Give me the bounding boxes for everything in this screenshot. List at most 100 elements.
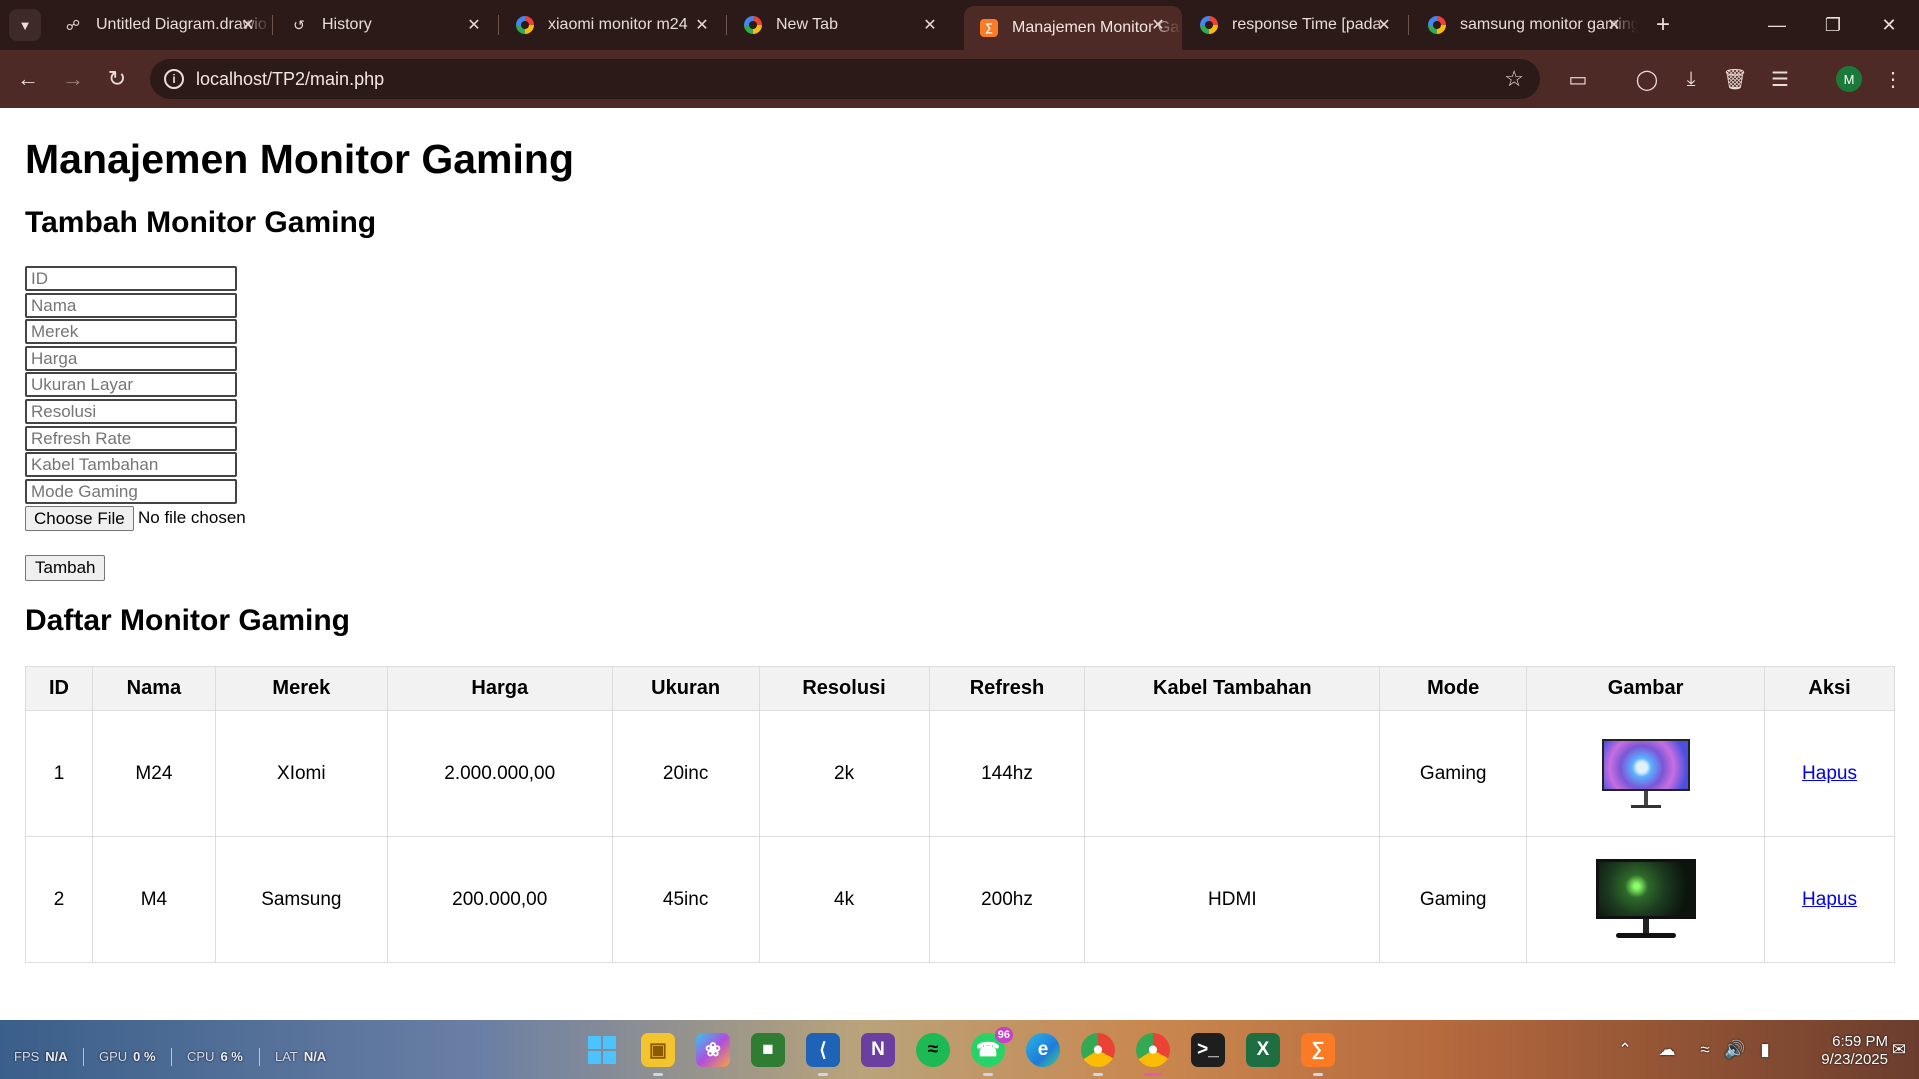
page-content: Manajemen Monitor Gaming Tambah Monitor … <box>0 108 1919 1020</box>
monitor-image <box>1601 738 1691 809</box>
xampp-icon[interactable]: ∑ <box>1301 1033 1335 1076</box>
download-icon[interactable]: ⤓ <box>1676 64 1706 94</box>
header-id: ID <box>25 666 93 711</box>
hapus-link[interactable]: Hapus <box>1802 889 1857 910</box>
close-tab-icon[interactable]: ✕ <box>1604 15 1624 35</box>
header-nama: Nama <box>91 666 216 711</box>
whatsapp-icon[interactable]: ☎ 96 <box>971 1027 1013 1076</box>
arrow-right-icon: → <box>62 66 84 91</box>
tab-response-time[interactable]: response Time [pada ✕ <box>1184 6 1409 44</box>
header-aksi: Aksi <box>1764 666 1895 711</box>
forward-button[interactable]: → <box>57 63 89 95</box>
cell-mode: Gaming <box>1379 836 1528 963</box>
chevron-up-icon[interactable]: ⌃ <box>1614 1039 1636 1061</box>
tab-xiaomi-search[interactable]: xiaomi monitor m24 ✕ <box>500 6 727 44</box>
cell-id: 2 <box>25 836 93 963</box>
kabel-tambahan-input[interactable] <box>25 452 237 477</box>
google-icon <box>1200 16 1218 34</box>
xampp-icon: ∑ <box>980 19 998 37</box>
close-tab-icon[interactable]: ✕ <box>1148 15 1168 35</box>
file-status-text: No file chosen <box>138 508 246 527</box>
profile-avatar[interactable]: M <box>1836 66 1862 92</box>
tab-manajemen-monitor[interactable]: ∑ Manajemen Monitor Gaming ✕ <box>964 6 1182 50</box>
extensions-icon[interactable]: ▭ <box>1563 64 1593 94</box>
kebab-menu-icon[interactable]: ⋮ <box>1878 64 1908 94</box>
restore-button[interactable]: ❐ <box>1818 10 1848 40</box>
trash-icon[interactable]: 🗑 <box>1720 64 1750 94</box>
close-tab-icon[interactable]: ✕ <box>920 15 940 35</box>
plus-icon: + <box>1655 11 1670 38</box>
cell-gambar <box>1526 836 1766 963</box>
nama-input[interactable] <box>25 293 237 318</box>
file-explorer-icon[interactable]: ▣ <box>641 1033 675 1076</box>
tab-history[interactable]: ↺ History ✕ <box>274 6 499 44</box>
incognito-icon[interactable]: ◯ <box>1632 64 1662 94</box>
clock-time: 6:59 PM <box>1832 1033 1888 1050</box>
hapus-link[interactable]: Hapus <box>1802 763 1857 784</box>
tab-new-tab[interactable]: New Tab ✕ <box>728 6 954 44</box>
close-icon: ✕ <box>1881 14 1897 35</box>
table-row: 1 M24 XIomi 2.000.000,00 20inc 2k 144hz … <box>25 710 1895 837</box>
chrome-profile-icon[interactable]: ● <box>1136 1033 1170 1076</box>
mode-gaming-input[interactable] <box>25 479 237 504</box>
volume-icon[interactable]: 🔊 <box>1724 1039 1746 1061</box>
harga-input[interactable] <box>25 346 237 371</box>
close-tab-icon[interactable]: ✕ <box>692 15 712 35</box>
address-bar[interactable]: i localhost/TP2/main.php ☆ <box>150 59 1540 99</box>
back-button[interactable]: ← <box>12 63 44 95</box>
site-info-icon[interactable]: i <box>164 69 184 89</box>
tab-samsung-search[interactable]: samsung monitor gaming ✕ <box>1412 6 1638 44</box>
cell-merek: Samsung <box>214 836 388 963</box>
resolusi-input[interactable] <box>25 399 237 424</box>
table-row: 2 M4 Samsung 200.000,00 45inc 4k 200hz H… <box>25 836 1895 963</box>
spotify-icon[interactable]: ≈ <box>916 1033 950 1067</box>
header-gambar: Gambar <box>1526 666 1766 711</box>
drawio-icon: ☍ <box>65 16 81 33</box>
windows-start-icon[interactable] <box>585 1033 619 1067</box>
tab-search-button[interactable]: ▼ <box>9 9 41 41</box>
tambah-button[interactable]: Tambah <box>25 555 106 581</box>
tab-separator <box>498 15 499 35</box>
chrome-icon[interactable]: ● <box>1081 1033 1115 1076</box>
clock-date: 9/23/2025 <box>1821 1051 1888 1068</box>
minimize-button[interactable]: — <box>1762 10 1792 40</box>
tab-drawio[interactable]: ☍ Untitled Diagram.drawio ✕ <box>48 6 273 44</box>
notification-icon[interactable]: ✉ <box>1888 1039 1910 1061</box>
terminal-icon[interactable]: >_ <box>1191 1033 1225 1067</box>
header-kabel-tambahan: Kabel Tambahan <box>1084 666 1381 711</box>
cell-id: 1 <box>25 710 93 837</box>
form-heading: Tambah Monitor Gaming <box>25 206 377 239</box>
battery-icon[interactable]: ▮ <box>1754 1039 1776 1061</box>
close-window-button[interactable]: ✕ <box>1874 10 1904 40</box>
reload-button[interactable]: ↻ <box>101 63 133 95</box>
table-header-row: ID Nama Merek Harga Ukuran Resolusi Refr… <box>25 666 1895 711</box>
close-tab-icon[interactable]: ✕ <box>464 15 484 35</box>
minecraft-icon[interactable]: ■ <box>751 1033 785 1067</box>
history-icon: ↺ <box>293 16 305 33</box>
refresh-rate-input[interactable] <box>25 426 237 451</box>
header-merek: Merek <box>214 666 388 711</box>
browser-toolbar: ← → ↻ i localhost/TP2/main.php ☆ ▭ ◯ ⤓ 🗑… <box>0 50 1919 108</box>
cell-aksi: Hapus <box>1764 836 1895 963</box>
vscode-icon[interactable]: ⟨ <box>806 1033 840 1076</box>
excel-icon[interactable]: X <box>1246 1033 1280 1067</box>
page-title: Manajemen Monitor Gaming <box>25 136 574 182</box>
wifi-icon[interactable]: ≈ <box>1694 1039 1716 1061</box>
copilot-icon[interactable]: ❀ <box>696 1033 730 1067</box>
visual-studio-icon[interactable]: N <box>861 1033 895 1067</box>
id-input[interactable] <box>25 266 237 291</box>
chrome-icon <box>744 16 762 34</box>
onedrive-icon[interactable]: ☁ <box>1656 1039 1678 1061</box>
close-tab-icon[interactable]: ✕ <box>238 15 258 35</box>
merek-input[interactable] <box>25 319 237 344</box>
close-tab-icon[interactable]: ✕ <box>1374 15 1394 35</box>
new-tab-button[interactable]: + <box>1650 11 1676 38</box>
translate-icon[interactable]: ☰ <box>1765 64 1795 94</box>
system-clock[interactable]: 6:59 PM 9/23/2025 <box>1793 1033 1888 1069</box>
google-icon <box>516 16 534 34</box>
ukuran-layar-input[interactable] <box>25 372 237 397</box>
edge-icon[interactable]: e <box>1026 1033 1060 1067</box>
url-text[interactable]: localhost/TP2/main.php <box>196 69 384 90</box>
choose-file-button[interactable]: Choose File <box>25 506 134 531</box>
bookmark-star-icon[interactable]: ☆ <box>1504 66 1524 92</box>
